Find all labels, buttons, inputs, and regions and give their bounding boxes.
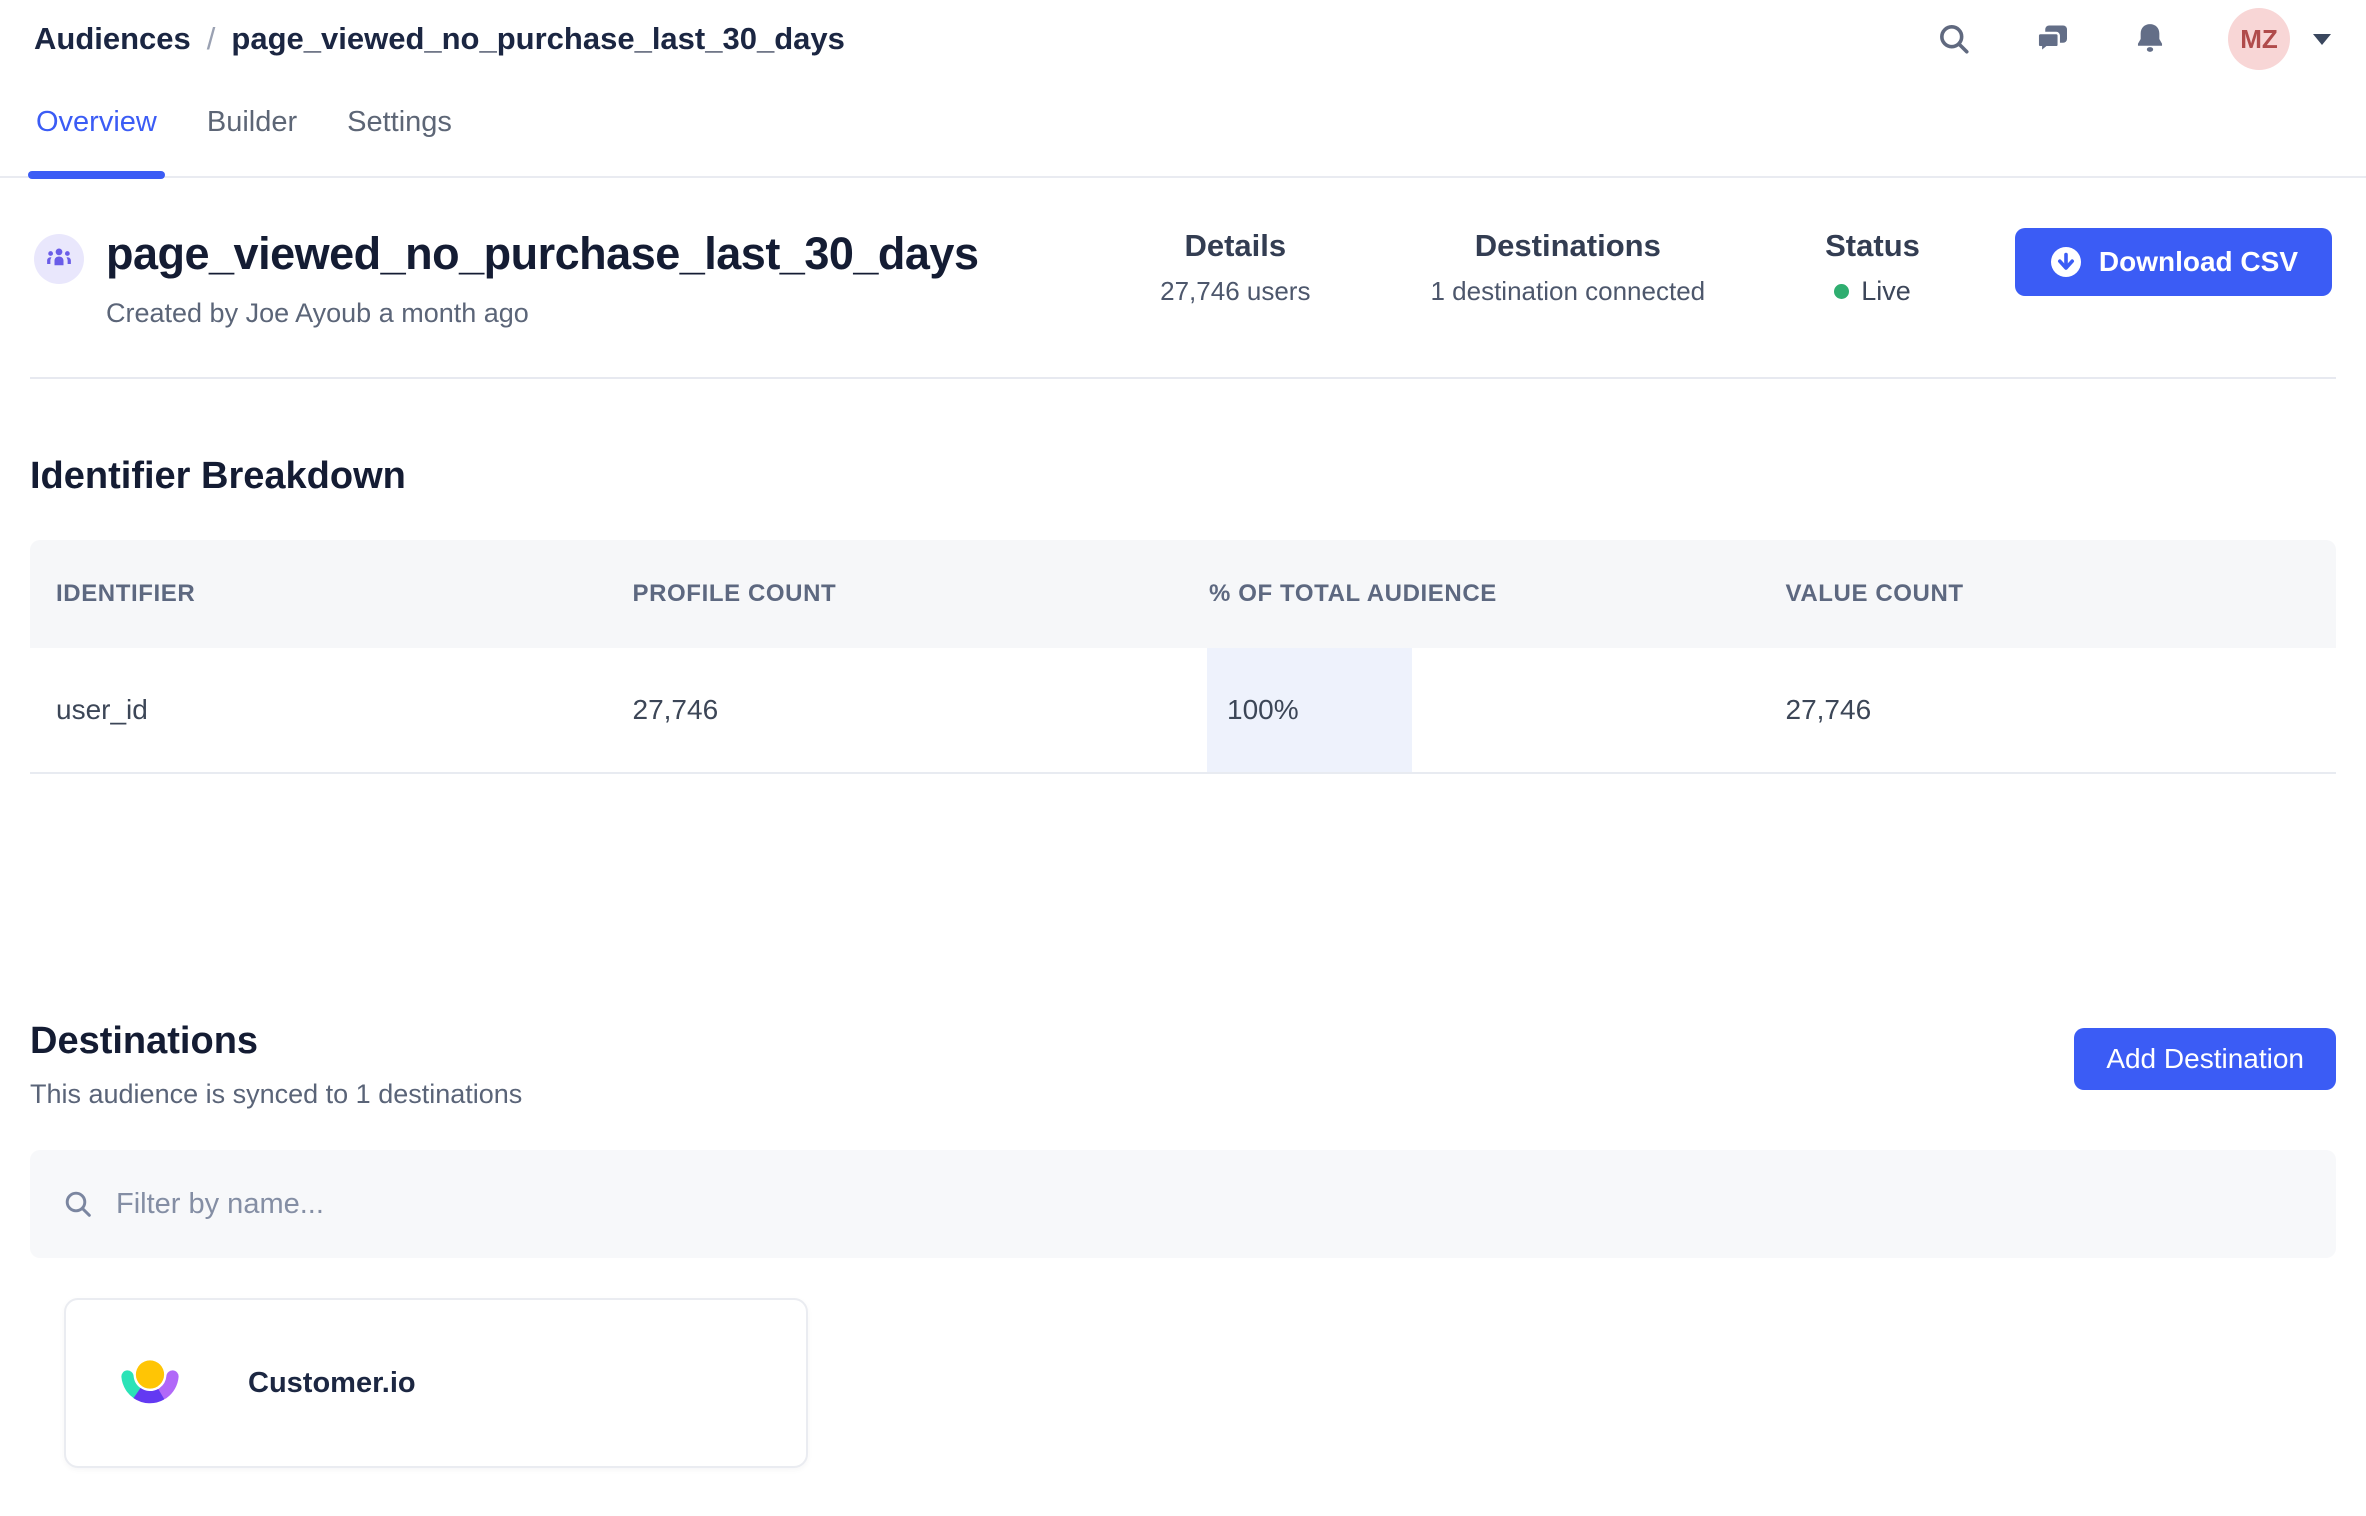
col-identifier: IDENTIFIER: [30, 580, 607, 608]
tab-builder[interactable]: Builder: [207, 106, 297, 176]
page-header-stats: Details 27,746 users Destinations 1 dest…: [1160, 228, 2332, 307]
cell-pct-of-total: 100%: [1183, 648, 1760, 772]
identifier-table: IDENTIFIER PROFILE COUNT % OF TOTAL AUDI…: [30, 540, 2336, 774]
avatar[interactable]: MZ: [2228, 8, 2290, 70]
stat-details: Details 27,746 users: [1160, 228, 1310, 307]
audience-people-icon: [34, 234, 84, 284]
page-header-titles: page_viewed_no_purchase_last_30_days Cre…: [106, 228, 979, 329]
breadcrumb-audiences-link[interactable]: Audiences: [34, 21, 191, 57]
destination-filter-bar: [30, 1150, 2336, 1258]
topbar-actions: MZ: [1934, 8, 2332, 70]
destinations-title: Destinations: [30, 1020, 522, 1063]
col-pct-of-total: % OF TOTAL AUDIENCE: [1183, 580, 1760, 608]
status-badge: Live: [1861, 276, 1911, 307]
user-menu[interactable]: MZ: [2228, 8, 2332, 70]
breadcrumb-separator: /: [207, 21, 216, 57]
identifier-table-header: IDENTIFIER PROFILE COUNT % OF TOTAL AUDI…: [30, 540, 2336, 648]
stat-details-label: Details: [1160, 228, 1310, 264]
filter-by-name-input[interactable]: [116, 1188, 2304, 1221]
download-csv-label: Download CSV: [2099, 246, 2298, 278]
tab-settings[interactable]: Settings: [347, 106, 452, 176]
col-profile-count: PROFILE COUNT: [607, 580, 1184, 608]
stat-status-label: Status: [1825, 228, 1920, 264]
tab-bar: Overview Builder Settings: [0, 78, 2366, 178]
download-csv-button[interactable]: Download CSV: [2015, 228, 2332, 296]
page-title: page_viewed_no_purchase_last_30_days: [106, 228, 979, 280]
header-divider: [30, 377, 2336, 379]
stat-destinations: Destinations 1 destination connected: [1430, 228, 1705, 307]
chat-bubbles-icon[interactable]: [2032, 19, 2072, 59]
destinations-header: Destinations This audience is synced to …: [30, 1020, 2336, 1110]
stat-status: Status Live: [1825, 228, 1920, 307]
page-header-left: page_viewed_no_purchase_last_30_days Cre…: [34, 228, 979, 329]
col-value-count: VALUE COUNT: [1760, 580, 2337, 608]
cell-value-count: 27,746: [1760, 648, 2337, 772]
cell-profile-count: 27,746: [607, 648, 1184, 772]
destination-card-customerio[interactable]: Customer.io: [64, 1298, 808, 1468]
identifier-breakdown-section: Identifier Breakdown IDENTIFIER PROFILE …: [0, 455, 2366, 774]
status-live-dot: [1834, 284, 1849, 299]
pct-highlight-bar: 100%: [1207, 648, 1412, 772]
destination-card-label: Customer.io: [248, 1367, 416, 1400]
breadcrumb: Audiences / page_viewed_no_purchase_last…: [34, 21, 845, 57]
page-header: page_viewed_no_purchase_last_30_days Cre…: [0, 178, 2366, 329]
customerio-logo: [118, 1357, 182, 1409]
destinations-header-text: Destinations This audience is synced to …: [30, 1020, 522, 1110]
created-by-text: Created by Joe Ayoub a month ago: [106, 298, 979, 329]
tab-overview[interactable]: Overview: [36, 106, 157, 176]
stat-destinations-label: Destinations: [1430, 228, 1705, 264]
download-circle-icon: [2049, 245, 2083, 279]
filter-search-icon: [62, 1188, 94, 1220]
bell-icon[interactable]: [2130, 19, 2170, 59]
chevron-down-icon: [2312, 33, 2332, 46]
stat-destinations-value: 1 destination connected: [1430, 276, 1705, 307]
table-row: user_id 27,746 100% 27,746: [30, 648, 2336, 774]
breadcrumb-current: page_viewed_no_purchase_last_30_days: [231, 21, 844, 57]
destinations-subtitle: This audience is synced to 1 destination…: [30, 1079, 522, 1110]
cell-identifier: user_id: [30, 648, 607, 772]
topbar: Audiences / page_viewed_no_purchase_last…: [0, 0, 2366, 78]
destinations-section: Destinations This audience is synced to …: [0, 1020, 2366, 1468]
add-destination-button[interactable]: Add Destination: [2074, 1028, 2336, 1090]
stat-details-value: 27,746 users: [1160, 276, 1310, 307]
identifier-breakdown-title: Identifier Breakdown: [30, 455, 2336, 498]
search-icon[interactable]: [1934, 19, 1974, 59]
